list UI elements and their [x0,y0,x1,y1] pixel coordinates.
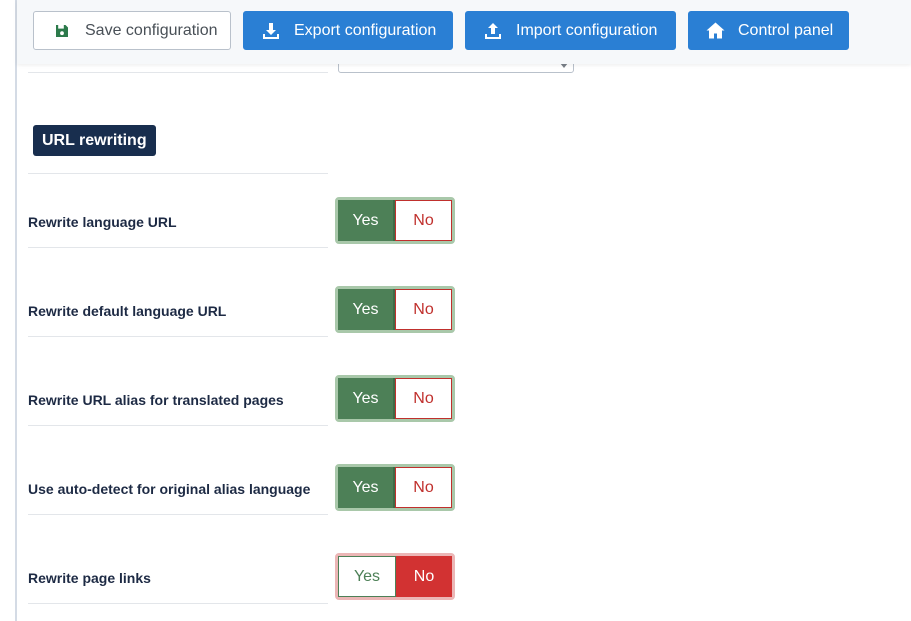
import-configuration-button[interactable]: Import configuration [465,11,676,50]
toggle-rewrite-url-alias: Yes No [335,375,455,422]
yes-option[interactable]: Yes [338,378,395,419]
setting-label-rewrite-url-alias: Rewrite URL alias for translated pages [28,392,284,408]
toggle-auto-detect-alias-language: Yes No [335,464,455,511]
no-option[interactable]: No [396,556,452,597]
yes-option[interactable]: Yes [338,556,396,597]
toolbar: Save configuration Export configuration … [17,0,911,64]
floppy-disk-icon [52,21,72,41]
save-configuration-button[interactable]: Save configuration [33,11,231,50]
toggle-rewrite-language-url: Yes No [335,197,455,244]
download-icon [261,21,281,41]
toggle-rewrite-page-links: Yes No [335,553,455,600]
setting-label-auto-detect-alias-language: Use auto-detect for original alias langu… [28,481,311,497]
setting-label-rewrite-default-language-url: Rewrite default language URL [28,303,227,319]
control-panel-label: Control panel [738,21,834,39]
configuration-page: Save configuration Export configuration … [0,0,911,621]
no-option[interactable]: No [395,378,452,419]
save-configuration-label: Save configuration [85,21,218,39]
divider [28,425,328,426]
left-rail [0,0,17,621]
divider [28,72,328,73]
divider [28,336,328,337]
yes-option[interactable]: Yes [338,467,395,508]
no-option[interactable]: No [395,467,452,508]
yes-option[interactable]: Yes [338,200,395,241]
control-panel-button[interactable]: Control panel [688,11,849,50]
toggle-rewrite-default-language-url: Yes No [335,286,455,333]
upload-icon [483,21,503,41]
no-option[interactable]: No [395,289,452,330]
no-option[interactable]: No [395,200,452,241]
divider [28,247,328,248]
divider [28,173,328,174]
yes-option[interactable]: Yes [338,289,395,330]
section-title-url-rewriting: URL rewriting [33,125,156,156]
import-configuration-label: Import configuration [516,21,658,39]
setting-label-rewrite-page-links: Rewrite page links [28,570,151,586]
setting-label-rewrite-language-url: Rewrite language URL [28,214,177,230]
home-icon [705,21,725,41]
export-configuration-button[interactable]: Export configuration [243,11,453,50]
divider [28,514,328,515]
export-configuration-label: Export configuration [294,21,437,39]
divider [28,603,328,604]
